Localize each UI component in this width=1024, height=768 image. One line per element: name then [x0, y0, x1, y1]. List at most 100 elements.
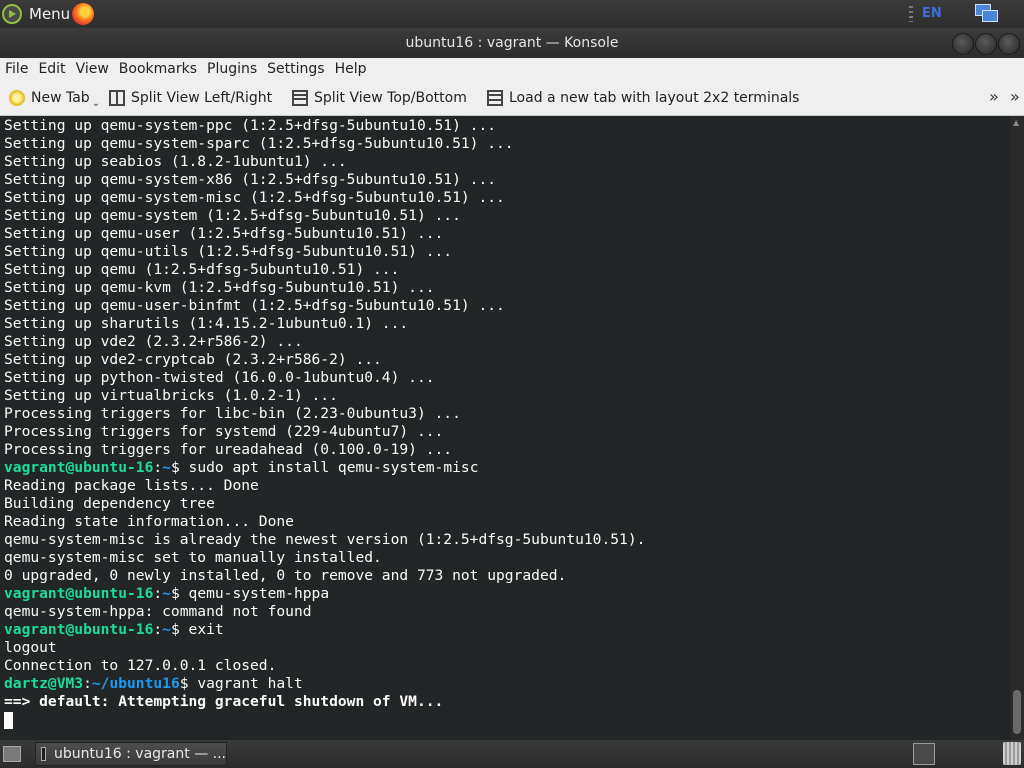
terminal-icon	[41, 747, 46, 761]
dropdown-indicator-icon[interactable]: ⌄	[92, 98, 100, 109]
menu-bookmarks[interactable]: Bookmarks	[114, 61, 202, 77]
menu-plugins[interactable]: Plugins	[202, 61, 262, 77]
terminal-output: Setting up qemu-system-ppc (1:2.5+dfsg-5…	[0, 116, 1010, 729]
prompt-path: ~	[162, 621, 171, 638]
terminal-text: Processing triggers for systemd (229-4ub…	[4, 423, 444, 440]
terminal-line: ==> default: Attempting graceful shutdow…	[4, 693, 1010, 711]
terminal-scrollbar[interactable]: ▲	[1010, 116, 1024, 740]
terminal-line: qemu-system-misc set to manually install…	[4, 549, 1010, 567]
layout-2x2-label: Load a new tab with layout 2x2 terminals	[509, 90, 800, 106]
bottom-panel: ubuntu16 : vagrant — ...	[0, 740, 1024, 768]
menu-view[interactable]: View	[71, 61, 114, 77]
layout-2x2-icon	[487, 90, 503, 106]
terminal-line: dartz@VM3:~/ubuntu16$ vagrant halt	[4, 675, 1010, 693]
split-top-bottom-label: Split View Top/Bottom	[314, 90, 467, 106]
terminal-line: qemu-system-hppa: command not found	[4, 603, 1010, 621]
toolbar: New Tab ⌄ Split View Left/Right Split Vi…	[0, 80, 1024, 116]
layout-2x2-button[interactable]: Load a new tab with layout 2x2 terminals	[487, 88, 799, 108]
terminal-text: Setting up sharutils (1:4.15.2-1ubuntu0.…	[4, 315, 409, 332]
terminal-text: Setting up qemu-utils (1:2.5+dfsg-5ubunt…	[4, 243, 453, 260]
network-icon[interactable]	[973, 3, 999, 25]
terminal-text: Setting up qemu (1:2.5+dfsg-5ubuntu10.51…	[4, 261, 400, 278]
terminal-text: Reading package lists... Done	[4, 477, 259, 494]
terminal-text: Setting up seabios (1.8.2-1ubuntu1) ...	[4, 153, 347, 170]
terminal-line: Setting up qemu (1:2.5+dfsg-5ubuntu10.51…	[4, 261, 1010, 279]
menu-file[interactable]: File	[0, 61, 33, 77]
split-top-bottom-button[interactable]: Split View Top/Bottom	[292, 88, 467, 108]
prompt-path: ~	[162, 459, 171, 476]
trash-icon[interactable]	[1003, 742, 1021, 765]
maximize-icon[interactable]	[975, 33, 997, 55]
menu-help[interactable]: Help	[330, 61, 372, 77]
prompt-path: ~	[162, 585, 171, 602]
terminal-view[interactable]: Setting up qemu-system-ppc (1:2.5+dfsg-5…	[0, 116, 1010, 740]
scroll-up-icon[interactable]: ▲	[1013, 118, 1019, 127]
prompt-user: vagrant@ubuntu-16	[4, 621, 154, 638]
terminal-cursor	[4, 712, 13, 729]
terminal-text: Setting up qemu-kvm (1:2.5+dfsg-5ubuntu1…	[4, 279, 435, 296]
keyboard-layout-indicator[interactable]: EN	[922, 6, 942, 21]
terminal-text: Setting up qemu-user (1:2.5+dfsg-5ubuntu…	[4, 225, 444, 242]
prompt-user: dartz@VM3	[4, 675, 84, 692]
terminal-text: Setting up vde2-cryptcab (2.3.2+r586-2) …	[4, 351, 382, 368]
terminal-text: qemu-system-misc is already the newest v…	[4, 531, 646, 548]
terminal-line: Setting up qemu-utils (1:2.5+dfsg-5ubunt…	[4, 243, 1010, 261]
terminal-text: Setting up python-twisted (16.0.0-1ubunt…	[4, 369, 435, 386]
minimize-icon[interactable]	[952, 33, 974, 55]
close-icon[interactable]	[998, 33, 1020, 55]
terminal-line: Reading package lists... Done	[4, 477, 1010, 495]
show-desktop-icon[interactable]	[3, 746, 21, 762]
terminal-text: Building dependency tree	[4, 495, 215, 512]
terminal-text: Setting up qemu-system (1:2.5+dfsg-5ubun…	[4, 207, 461, 224]
terminal-text: Reading state information... Done	[4, 513, 294, 530]
terminal-line: Setting up vde2 (2.3.2+r586-2) ...	[4, 333, 1010, 351]
terminal-line: Setting up qemu-user (1:2.5+dfsg-5ubuntu…	[4, 225, 1010, 243]
new-tab-label: New Tab	[31, 90, 90, 106]
terminal-line: vagrant@ubuntu-16:~$ exit	[4, 621, 1010, 639]
terminal-text: Processing triggers for libc-bin (2.23-0…	[4, 405, 461, 422]
terminal-line: Setting up seabios (1.8.2-1ubuntu1) ...	[4, 153, 1010, 171]
menu-settings[interactable]: Settings	[262, 61, 329, 77]
split-left-right-icon	[109, 90, 125, 106]
terminal-text: $ vagrant halt	[179, 675, 303, 692]
menu-label: Menu	[29, 5, 71, 23]
terminal-text: 0 upgraded, 0 newly installed, 0 to remo…	[4, 567, 567, 584]
terminal-text: Processing triggers for ureadahead (0.10…	[4, 441, 453, 458]
terminal-line	[4, 711, 1010, 729]
firefox-icon[interactable]	[72, 3, 94, 25]
toolbar-overflow-button[interactable]: »	[989, 87, 999, 106]
prompt-user: vagrant@ubuntu-16	[4, 585, 154, 602]
terminal-line: Setting up qemu-system (1:2.5+dfsg-5ubun…	[4, 207, 1010, 225]
terminal-text: $ qemu-system-hppa	[170, 585, 330, 602]
terminal-line: qemu-system-misc is already the newest v…	[4, 531, 1010, 549]
terminal-line: Processing triggers for ureadahead (0.10…	[4, 441, 1010, 459]
terminal-line: Setting up qemu-system-sparc (1:2.5+dfsg…	[4, 135, 1010, 153]
top-panel: Menu EN	[0, 0, 1024, 28]
terminal-line: Setting up qemu-system-x86 (1:2.5+dfsg-5…	[4, 171, 1010, 189]
terminal-text: :	[83, 675, 92, 692]
menu-edit[interactable]: Edit	[33, 61, 70, 77]
new-tab-button[interactable]: New Tab ⌄	[9, 88, 100, 109]
terminal-text: Setting up qemu-user-binfmt (1:2.5+dfsg-…	[4, 297, 505, 314]
terminal-line: Setting up qemu-system-ppc (1:2.5+dfsg-5…	[4, 117, 1010, 135]
terminal-text: Setting up virtualbricks (1.0.2-1) ...	[4, 387, 338, 404]
window-titlebar[interactable]: ubuntu16 : vagrant — Konsole	[0, 28, 1024, 58]
workspace-switcher-icon[interactable]	[913, 743, 935, 765]
terminal-text: :	[153, 585, 163, 602]
menu-button[interactable]: Menu	[0, 0, 70, 28]
terminal-line: Setting up sharutils (1:4.15.2-1ubuntu0.…	[4, 315, 1010, 333]
terminal-line: 0 upgraded, 0 newly installed, 0 to remo…	[4, 567, 1010, 585]
terminal-line: vagrant@ubuntu-16:~$ sudo apt install qe…	[4, 459, 1010, 477]
terminal-text: qemu-system-hppa: command not found	[4, 603, 312, 620]
toolbar-overflow-button-2[interactable]: »	[1010, 87, 1020, 106]
split-left-right-button[interactable]: Split View Left/Right	[109, 88, 272, 108]
terminal-line: Setting up qemu-user-binfmt (1:2.5+dfsg-…	[4, 297, 1010, 315]
terminal-line: Processing triggers for libc-bin (2.23-0…	[4, 405, 1010, 423]
taskbar-window-button[interactable]: ubuntu16 : vagrant — ...	[35, 742, 227, 766]
scrollbar-thumb[interactable]	[1013, 690, 1021, 734]
terminal-line: Building dependency tree	[4, 495, 1010, 513]
menubar: File Edit View Bookmarks Plugins Setting…	[0, 58, 1024, 80]
terminal-line: Setting up qemu-system-misc (1:2.5+dfsg-…	[4, 189, 1010, 207]
terminal-text: Setting up qemu-system-ppc (1:2.5+dfsg-5…	[4, 117, 497, 134]
terminal-line: vagrant@ubuntu-16:~$ qemu-system-hppa	[4, 585, 1010, 603]
